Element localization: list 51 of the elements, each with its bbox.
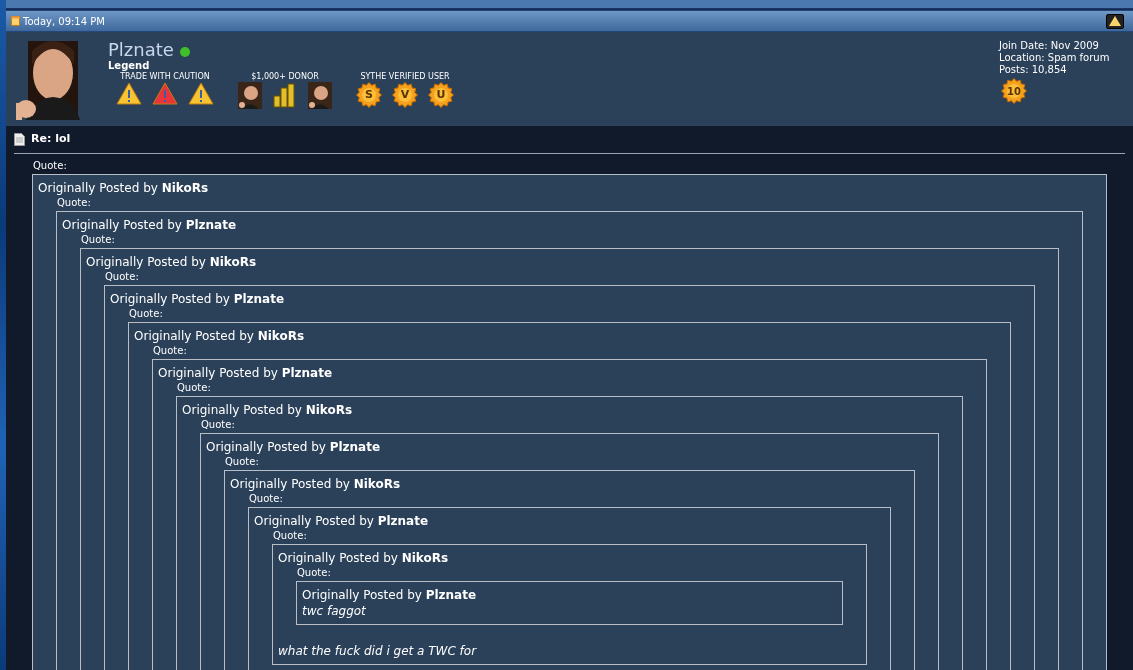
quote-label: Quote: bbox=[200, 417, 236, 431]
quote-author-line: Originally Posted by Plznate bbox=[158, 364, 334, 381]
user-title: Legend bbox=[108, 60, 150, 72]
quote-label: Quote: bbox=[296, 565, 332, 579]
report-button[interactable] bbox=[1106, 13, 1124, 29]
badge-letter: S bbox=[365, 89, 373, 101]
quote-author-line: Originally Posted by NikoRs bbox=[182, 401, 354, 418]
quote-label: Quote: bbox=[128, 306, 164, 320]
quote-author-line: Originally Posted by NikoRs bbox=[134, 327, 306, 344]
badge-number: 10 bbox=[1007, 85, 1021, 97]
user-detail: Location: Spam forum bbox=[999, 52, 1111, 64]
sunburst-icon bbox=[356, 82, 382, 108]
quote-author-line: Originally Posted by NikoRs bbox=[278, 549, 450, 566]
post-title: Re: lol bbox=[31, 131, 71, 147]
quote-author-line: Originally Posted by Plznate bbox=[206, 438, 382, 455]
sunburst-icon bbox=[1001, 78, 1027, 104]
quote-author-line: Originally Posted by Plznate bbox=[110, 290, 286, 307]
quote-label: Quote: bbox=[176, 380, 212, 394]
document-icon bbox=[14, 132, 25, 146]
badge-letter: V bbox=[400, 89, 410, 101]
quote-label: Quote: bbox=[152, 343, 188, 357]
quote-author-line: Originally Posted by Plznate bbox=[254, 512, 430, 529]
badge-group-label: SYTHE VERIFIED USER bbox=[360, 72, 450, 81]
post-date: Today, 09:14 PM bbox=[23, 14, 105, 29]
person-icon bbox=[308, 82, 332, 109]
quote-label: Quote: bbox=[80, 232, 116, 246]
quote-author-line: Originally Posted by NikoRs bbox=[230, 475, 402, 492]
quote-author-line: Originally Posted by NikoRs bbox=[86, 253, 258, 270]
quote-label: Quote: bbox=[224, 454, 260, 468]
person-icon bbox=[238, 82, 262, 109]
quote-label: Quote: bbox=[56, 195, 92, 209]
sunburst-icon bbox=[392, 82, 418, 108]
quote-label: Quote: bbox=[248, 491, 284, 505]
username[interactable]: Plznate bbox=[108, 40, 174, 60]
quote-author-line: Originally Posted by Plznate bbox=[62, 216, 238, 233]
sunburst-icon bbox=[428, 82, 454, 108]
quote-label: Quote: bbox=[32, 158, 68, 172]
badge-group-label: $1,000+ DONOR bbox=[251, 72, 319, 81]
coin-stack-icon bbox=[272, 82, 298, 109]
quote-message: what the fuck did i get a TWC for bbox=[278, 642, 478, 659]
badge-group-label: TRADE WITH CAUTION bbox=[120, 72, 210, 81]
quote-message: twc faggot bbox=[302, 602, 367, 619]
quote-label: Quote: bbox=[104, 269, 140, 283]
quote-author-line: Originally Posted by NikoRs bbox=[38, 179, 210, 196]
badge-letter: U bbox=[436, 89, 446, 101]
note-icon bbox=[11, 16, 20, 26]
quote-author-line: Originally Posted by Plznate bbox=[302, 586, 478, 603]
warning-icon bbox=[1109, 16, 1121, 26]
user-detail: Posts: 10,854 bbox=[999, 64, 1068, 76]
user-detail: Join Date: Nov 2009 bbox=[999, 40, 1100, 52]
quote-label: Quote: bbox=[272, 528, 308, 542]
